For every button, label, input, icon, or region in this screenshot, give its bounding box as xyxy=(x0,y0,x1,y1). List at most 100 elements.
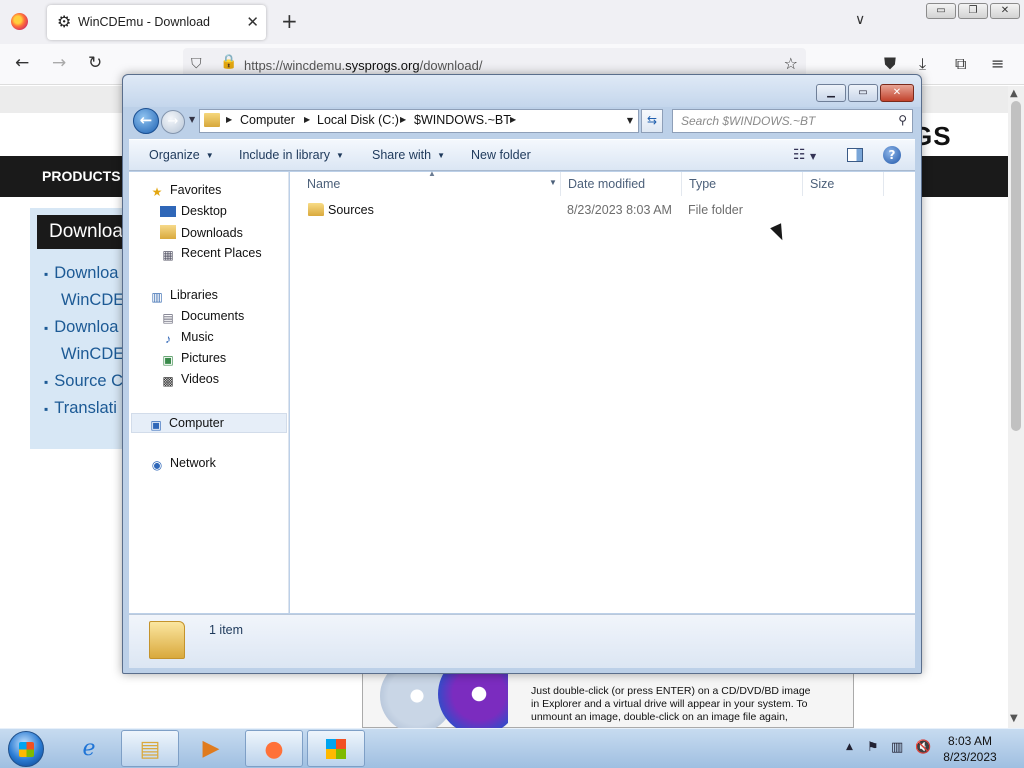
nav-documents[interactable]: ▤ Documents xyxy=(160,309,244,329)
reload-icon[interactable]: ↻ xyxy=(88,53,102,73)
column-header-size[interactable]: Size xyxy=(804,172,884,196)
breadcrumb-computer[interactable]: Computer xyxy=(240,113,295,127)
download-links: Downloa WinCDEr Downloa WinCDEr Source C… xyxy=(44,260,130,422)
start-button[interactable] xyxy=(8,731,44,767)
back-arrow-icon[interactable]: ← xyxy=(15,53,29,73)
search-input[interactable] xyxy=(673,110,888,132)
promo-text: Just double-click (or press ENTER) on a … xyxy=(531,685,811,723)
firefox-logo-icon[interactable] xyxy=(11,13,28,30)
internet-explorer-icon[interactable]: ℯ xyxy=(60,730,118,767)
pocket-icon[interactable]: ⛊ xyxy=(884,54,896,74)
preview-pane-icon[interactable] xyxy=(847,148,863,162)
forward-arrow-icon[interactable]: → xyxy=(161,110,185,134)
search-icon[interactable]: ⚲ xyxy=(898,113,907,127)
nav-libraries[interactable]: ▥ Libraries xyxy=(149,288,218,308)
column-header-date-modified[interactable]: Date modified xyxy=(562,172,682,196)
downloads-icon[interactable]: ⤓ xyxy=(919,54,926,74)
translations-link[interactable]: Translati xyxy=(44,395,130,422)
volume-muted-icon[interactable]: 🔇 xyxy=(915,740,931,755)
firefox-icon[interactable]: ● xyxy=(245,730,303,767)
new-folder-button[interactable]: New folder xyxy=(471,148,531,162)
chevron-right-icon[interactable]: ▶ xyxy=(226,115,232,124)
explorer-close-button[interactable]: ✕ xyxy=(880,84,914,102)
gear-icon: ⚙ xyxy=(57,12,72,31)
nav-favorites[interactable]: ★ Favorites xyxy=(149,183,222,203)
tab-close-icon[interactable]: ✕ xyxy=(246,13,259,31)
media-player-icon[interactable]: ▶ xyxy=(182,730,240,767)
show-hidden-icons[interactable]: ▲ xyxy=(846,742,853,752)
recent-pages-dropdown[interactable]: ▼ xyxy=(189,115,195,124)
folder-icon xyxy=(204,113,220,127)
clock[interactable]: 8:03 AM 8/23/2023 xyxy=(930,733,1010,765)
action-center-flag-icon[interactable]: ⚑ xyxy=(867,740,879,755)
download-link[interactable]: Downloa xyxy=(44,260,130,287)
clock-time: 8:03 AM xyxy=(947,734,993,748)
windows-update-icon[interactable] xyxy=(307,730,365,767)
help-icon[interactable]: ? xyxy=(883,146,901,164)
search-box[interactable]: ⚲ xyxy=(672,109,913,133)
new-tab-button[interactable]: + xyxy=(281,9,298,33)
download-link[interactable]: Downloa xyxy=(44,314,130,341)
windows-explorer-icon[interactable]: ▤ xyxy=(121,730,179,767)
nav-products[interactable]: PRODUCTS xyxy=(42,168,121,184)
column-filter-icon[interactable]: ▼ xyxy=(549,178,557,187)
explorer-address-row: ← → ▼ ▶ Computer ▶ Local Disk (C:) ▶ $WI… xyxy=(129,105,915,137)
browser-close-button[interactable]: ✕ xyxy=(990,3,1020,19)
include-in-library-button[interactable]: Include in library ▼ xyxy=(239,148,344,162)
nav-videos[interactable]: ▩ Videos xyxy=(160,372,219,392)
url-text[interactable]: https://wincdemu.sysprogs.org/download/ xyxy=(244,58,482,73)
explorer-title-bar[interactable]: ▁ ▭ ✕ xyxy=(123,75,921,107)
share-with-button[interactable]: Share with ▼ xyxy=(372,148,445,162)
browser-maximize-button[interactable]: ❐ xyxy=(958,3,988,19)
tab-list-button[interactable]: ∨ xyxy=(855,12,865,28)
nav-downloads[interactable]: Downloads xyxy=(160,225,243,245)
column-header-type[interactable]: Type xyxy=(683,172,803,196)
bookmark-star-icon[interactable]: ☆ xyxy=(784,54,798,73)
scroll-up-icon[interactable]: ▲ xyxy=(1010,88,1018,99)
back-arrow-icon[interactable]: ← xyxy=(133,108,159,134)
item-count: 1 item xyxy=(209,623,244,637)
network-icon: ◉ xyxy=(151,458,163,472)
chevron-right-icon[interactable]: ▶ xyxy=(400,115,406,124)
downloads-folder-icon xyxy=(160,225,176,239)
page-scrollbar[interactable]: ▲ ▼ xyxy=(1008,86,1024,728)
explorer-minimize-button[interactable]: ▁ xyxy=(816,84,846,102)
nav-desktop[interactable]: Desktop xyxy=(160,204,227,224)
scroll-down-icon[interactable]: ▼ xyxy=(1010,713,1018,724)
breadcrumb-local-disk[interactable]: Local Disk (C:) xyxy=(317,113,399,127)
menu-icon[interactable]: ≡ xyxy=(991,54,1004,73)
download-link-cont[interactable]: WinCDEr xyxy=(44,287,130,314)
address-bar[interactable]: ▶ Computer ▶ Local Disk (C:) ▶ $WINDOWS.… xyxy=(199,109,639,133)
browser-tab[interactable]: ⚙ WinCDEmu - Download ✕ xyxy=(47,5,266,40)
column-header-name[interactable]: ▲ Name ▼ xyxy=(290,169,561,196)
lock-icon[interactable]: 🔒 xyxy=(220,54,237,70)
scroll-thumb[interactable] xyxy=(1011,101,1021,431)
browser-minimize-button[interactable]: ▭ xyxy=(926,3,956,19)
change-view-icon[interactable]: ☷ ▼ xyxy=(793,147,816,163)
explorer-maximize-button[interactable]: ▭ xyxy=(848,84,878,102)
tab-title: WinCDEmu - Download xyxy=(78,15,210,29)
source-code-link[interactable]: Source C xyxy=(44,368,130,395)
address-dropdown-icon[interactable]: ▼ xyxy=(627,116,633,125)
music-icon: ♪ xyxy=(165,332,171,346)
refresh-icon[interactable]: ⇆ xyxy=(641,109,663,133)
tracking-shield-icon[interactable]: ⛉ xyxy=(191,56,202,72)
desktop-icon xyxy=(160,206,176,217)
nav-computer[interactable]: ▣ Computer xyxy=(131,413,287,433)
browser-tab-bar: ⚙ WinCDEmu - Download ✕ + ∨ ▭ ❐ ✕ xyxy=(0,0,1024,44)
chevron-right-icon[interactable]: ▶ xyxy=(510,115,516,124)
nav-recent-places[interactable]: ▦ Recent Places xyxy=(160,246,261,266)
network-tray-icon[interactable]: ▥ xyxy=(891,740,903,755)
extensions-icon[interactable]: ⧉ xyxy=(955,54,966,74)
nav-pictures[interactable]: ▣ Pictures xyxy=(160,351,226,371)
nav-music[interactable]: ♪ Music xyxy=(160,330,214,350)
file-name[interactable]: Sources xyxy=(328,203,374,217)
download-link-cont[interactable]: WinCDEr xyxy=(44,341,130,368)
file-date-modified: 8/23/2023 8:03 AM xyxy=(567,203,672,217)
breadcrumb-windows-bt[interactable]: $WINDOWS.~BT xyxy=(414,113,511,127)
forward-arrow-icon[interactable]: → xyxy=(52,53,66,73)
file-row[interactable]: Sources 8/23/2023 8:03 AM File folder xyxy=(290,200,915,224)
organize-button[interactable]: Organize ▼ xyxy=(149,148,214,162)
nav-network[interactable]: ◉ Network xyxy=(149,456,216,476)
chevron-right-icon[interactable]: ▶ xyxy=(304,115,310,124)
